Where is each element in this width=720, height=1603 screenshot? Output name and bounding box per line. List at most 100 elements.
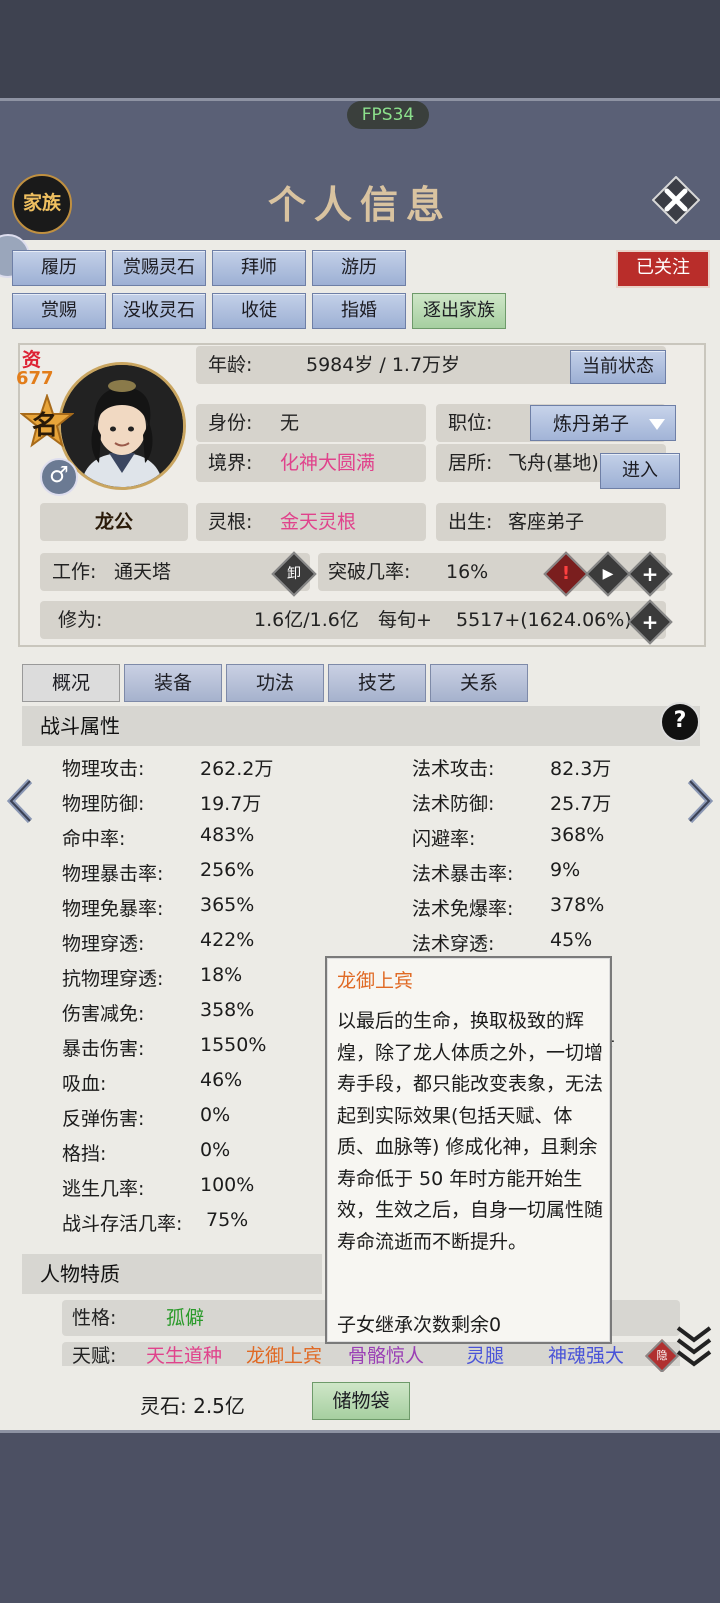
family-button[interactable]: 家族 xyxy=(12,174,72,234)
stat-left-label: 物理防御: xyxy=(62,793,145,815)
talent-item[interactable]: 天生道种 xyxy=(146,1342,222,1366)
help-button[interactable]: ? xyxy=(660,702,700,742)
male-icon: ♂ xyxy=(40,458,78,496)
prev-arrow-icon[interactable] xyxy=(6,778,34,828)
fame-label: 名 xyxy=(32,411,59,441)
position-value: 炼丹弟子 xyxy=(553,413,630,435)
page-title: 个人信息 xyxy=(267,182,452,227)
tooltip-footer: 子女继承次数剩余0 xyxy=(337,1314,502,1336)
realm-label: 境界: xyxy=(208,452,253,474)
breakthrough-value: 16% xyxy=(446,561,489,583)
talent-item[interactable]: 灵腿 xyxy=(466,1342,504,1366)
combat-section-header: 战斗属性 xyxy=(22,706,700,746)
stat-left-value: 358% xyxy=(200,999,255,1021)
stat-left-value: 75% xyxy=(206,1209,249,1231)
bottom-band xyxy=(0,1430,720,1603)
identity-value: 无 xyxy=(280,412,300,434)
stat-right-value: 368% xyxy=(550,824,605,846)
stat-left-label: 格挡: xyxy=(62,1143,107,1165)
cultivation-rate-label: 每旬+ xyxy=(378,609,432,631)
talent-item[interactable]: 龙御上宾 xyxy=(246,1342,322,1366)
next-arrow-icon[interactable] xyxy=(686,778,714,828)
hide-icon: 隐 xyxy=(656,1349,668,1362)
fame-badge: 名 xyxy=(19,392,75,448)
tooltip-description: 以最后的生命，换取极致的辉煌，除了龙人体质之外，一切增寿手段，都只能改变表象，无… xyxy=(337,1010,604,1253)
apprentice-button[interactable]: 拜师 xyxy=(212,250,306,286)
identity-row: 身份: 无 xyxy=(196,404,426,442)
residence-value: 飞舟(基地) xyxy=(508,452,599,474)
talent-item[interactable]: 骨骼惊人 xyxy=(348,1342,424,1366)
stat-right-value: 9% xyxy=(550,859,581,881)
top-band xyxy=(0,0,720,98)
birth-row: 出生: 客座弟子 xyxy=(436,503,666,541)
stat-left-label: 逃生几率: xyxy=(62,1178,145,1200)
follow-button[interactable]: 已关注 xyxy=(616,250,710,288)
unload-icon: 卸 xyxy=(287,566,301,582)
stat-left-value: 18% xyxy=(200,964,243,986)
tab-arts[interactable]: 技艺 xyxy=(328,664,426,702)
stat-left-value: 483% xyxy=(200,824,255,846)
expand-down-icon[interactable] xyxy=(676,1324,712,1372)
stat-left-label: 物理穿透: xyxy=(62,933,145,955)
realm-value: 化神大圆满 xyxy=(280,452,376,474)
character-name: 龙公 xyxy=(40,503,188,541)
personality-value: 孤僻 xyxy=(166,1307,205,1329)
close-icon xyxy=(651,175,701,225)
work-row: 工作: 通天塔 xyxy=(40,553,310,591)
age-value: 5984岁 / 1.7万岁 xyxy=(306,354,461,376)
tooltip-title: 龙御上宾 xyxy=(337,970,414,992)
travel-button[interactable]: 游历 xyxy=(312,250,406,286)
talent-label: 天赋: xyxy=(72,1345,117,1366)
stat-right-value: 82.3万 xyxy=(550,758,612,780)
stat-left-label: 反弹伤害: xyxy=(62,1108,145,1130)
stat-left-label: 命中率: xyxy=(62,828,126,850)
history-button[interactable]: 履历 xyxy=(12,250,106,286)
storage-bag-button[interactable]: 储物袋 xyxy=(312,1382,410,1420)
stat-left-label: 物理暴击率: xyxy=(62,863,164,885)
stat-left-value: 0% xyxy=(200,1139,231,1161)
stat-left-label: 抗物理穿透: xyxy=(62,968,164,990)
arrange-marriage-button[interactable]: 指婚 xyxy=(312,293,406,329)
take-disciple-button[interactable]: 收徒 xyxy=(212,293,306,329)
birth-value: 客座弟子 xyxy=(508,511,585,533)
cultivation-rate-value: 5517+(1624.06%) xyxy=(456,609,632,631)
tab-equipment[interactable]: 装备 xyxy=(124,664,222,702)
talent-tooltip: 龙御上宾 以最后的生命，换取极致的辉煌，除了龙人体质之外，一切增寿手段，都只能改… xyxy=(325,956,612,1344)
stat-right-value: 378% xyxy=(550,894,605,916)
work-label: 工作: xyxy=(52,561,97,583)
personality-label: 性格: xyxy=(72,1307,117,1329)
position-dropdown[interactable]: 炼丹弟子 xyxy=(530,405,676,441)
stat-right-value: 25.7万 xyxy=(550,793,612,815)
close-button[interactable] xyxy=(651,175,701,225)
root-label: 灵根: xyxy=(208,511,253,533)
talent-row: 天赋: 天生道种 龙御上宾 骨骼惊人 灵腿 神魂强大 xyxy=(62,1342,680,1366)
confiscate-stones-button[interactable]: 没收灵石 xyxy=(112,293,206,329)
root-row: 灵根: 金天灵根 xyxy=(196,503,426,541)
reward-button[interactable]: 赏赐 xyxy=(12,293,106,329)
plus-icon: + xyxy=(641,562,659,586)
reward-stones-button[interactable]: 赏赐灵石 xyxy=(112,250,206,286)
stat-left-label: 物理攻击: xyxy=(62,758,145,780)
play-icon: ▶ xyxy=(602,566,614,582)
talent-item[interactable]: 神魂强大 xyxy=(548,1342,624,1366)
stat-left-label: 战斗存活几率: xyxy=(62,1213,183,1235)
age-label: 年龄: xyxy=(208,354,253,376)
position-label: 职位: xyxy=(448,412,493,434)
expel-family-button[interactable]: 逐出家族 xyxy=(412,293,506,329)
stat-left-value: 262.2万 xyxy=(200,758,274,780)
stat-right-label: 法术穿透: xyxy=(412,933,495,955)
tab-overview[interactable]: 概况 xyxy=(22,664,120,702)
tab-skills[interactable]: 功法 xyxy=(226,664,324,702)
enter-residence-button[interactable]: 进入 xyxy=(600,453,680,489)
cultivation-row: 修为: 1.6亿/1.6亿 每旬+ 5517+(1624.06%) xyxy=(40,601,666,639)
aptitude-value: 677 xyxy=(16,368,54,389)
current-status-button[interactable]: 当前状态 xyxy=(570,350,666,384)
stat-left-label: 暴击伤害: xyxy=(62,1038,145,1060)
root-value: 金天灵根 xyxy=(280,511,357,533)
tab-relations[interactable]: 关系 xyxy=(430,664,528,702)
cultivation-label: 修为: xyxy=(58,609,103,631)
stat-left-label: 吸血: xyxy=(62,1073,107,1095)
fps-counter: FPS34 xyxy=(347,101,429,129)
residence-label: 居所: xyxy=(448,452,493,474)
realm-row: 境界: 化神大圆满 xyxy=(196,444,426,482)
